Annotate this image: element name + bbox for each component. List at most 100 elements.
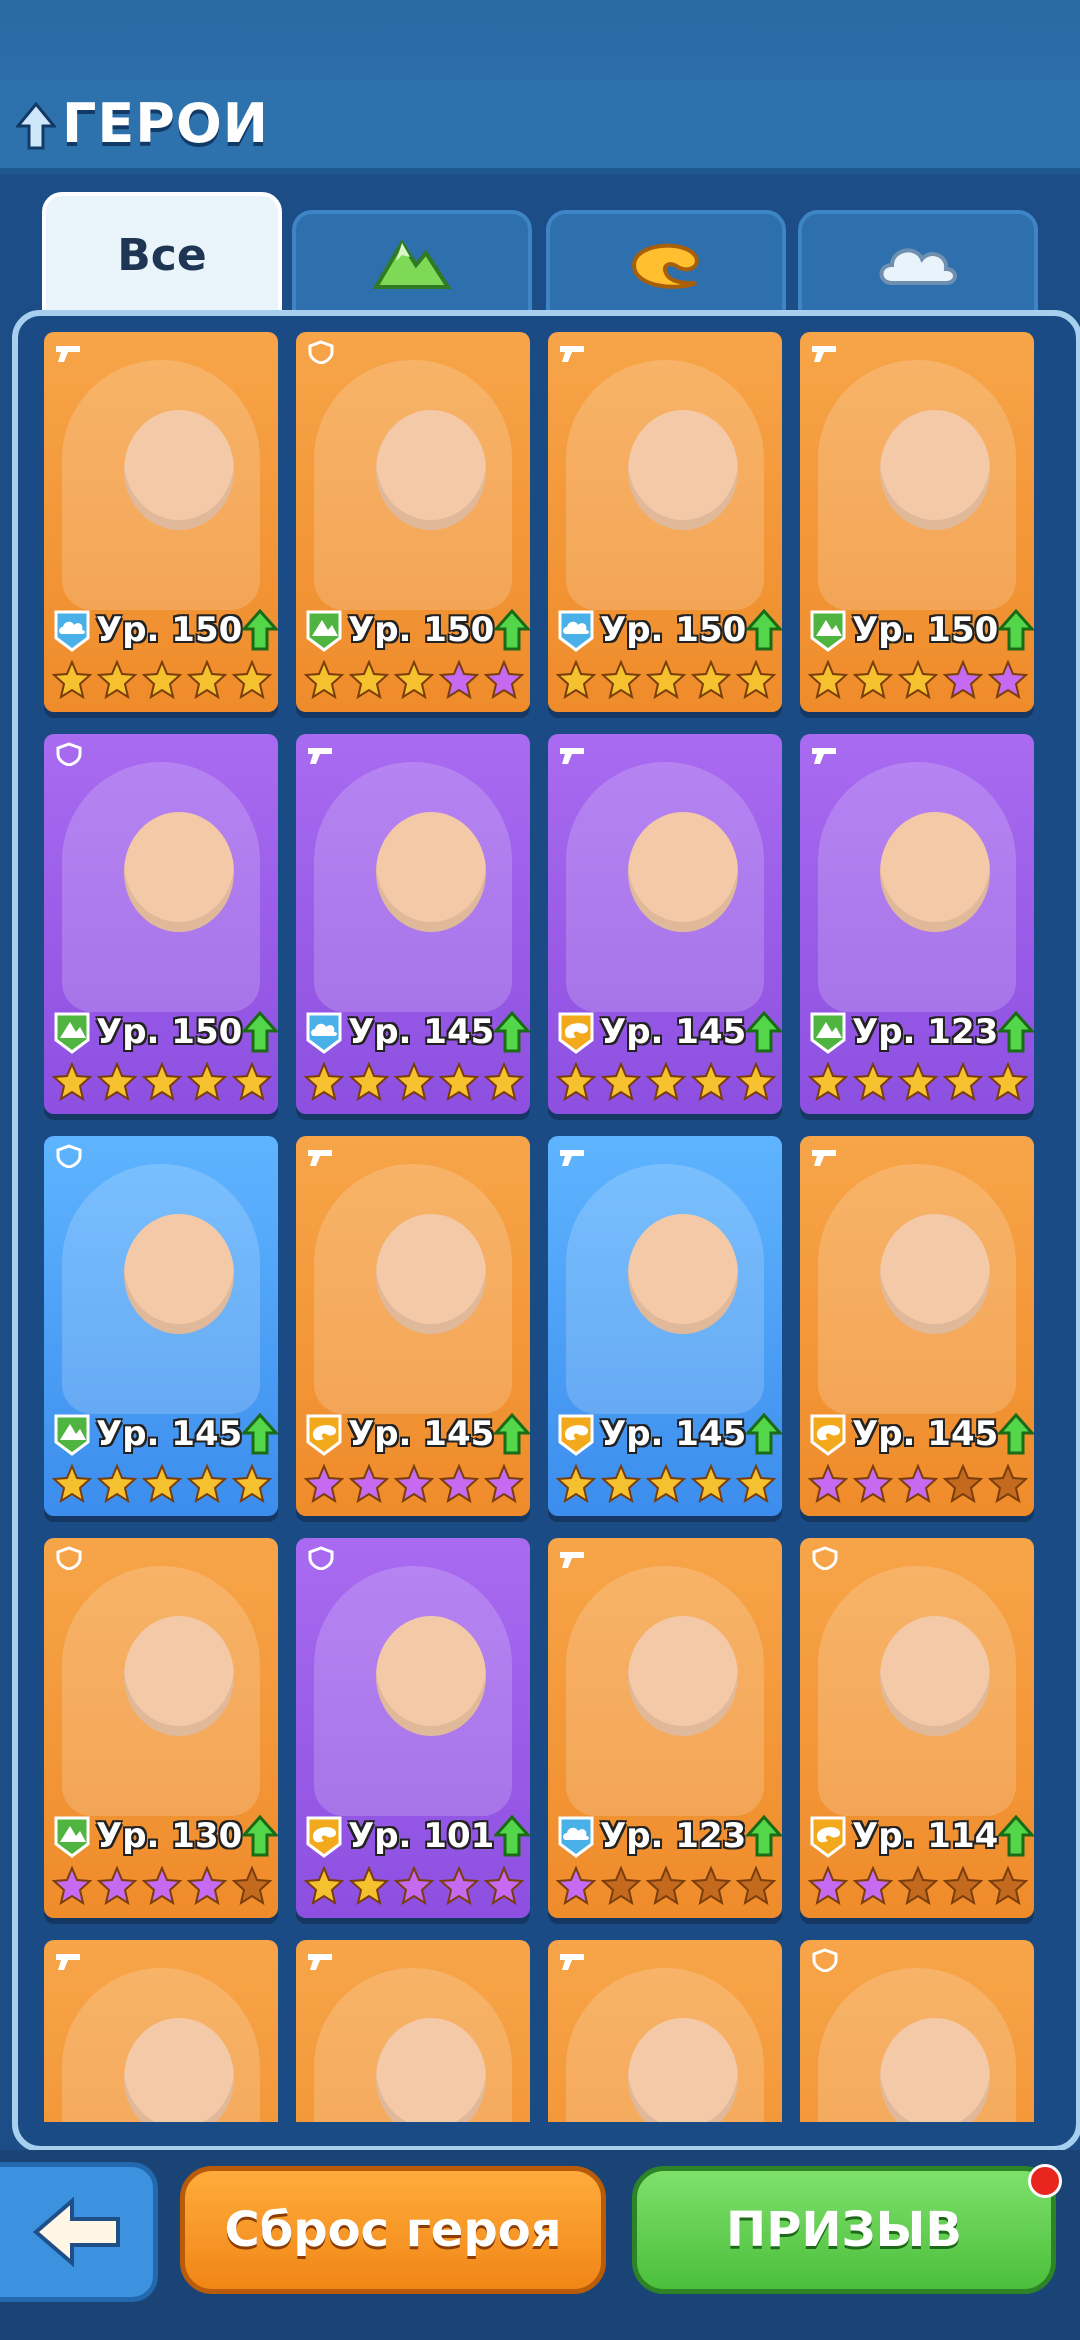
star-icon bbox=[438, 659, 480, 700]
hero-face bbox=[124, 410, 234, 530]
star-icon bbox=[231, 1865, 273, 1906]
hero-face bbox=[124, 2018, 234, 2122]
hero-card[interactable]: Ур. 145 bbox=[548, 734, 782, 1114]
hero-portrait bbox=[314, 1164, 512, 1414]
tab-cloud[interactable] bbox=[798, 210, 1038, 315]
star-icon bbox=[231, 1061, 273, 1102]
hero-face bbox=[880, 410, 990, 530]
star-icon bbox=[141, 1865, 183, 1906]
hero-card[interactable]: Ур. 145 bbox=[548, 1136, 782, 1516]
tab-swirl[interactable] bbox=[546, 210, 786, 315]
star-icon bbox=[186, 1865, 228, 1906]
star-icon bbox=[303, 659, 345, 700]
star-icon bbox=[600, 1463, 642, 1504]
star-icon bbox=[393, 1463, 435, 1504]
star-icon bbox=[483, 1463, 525, 1504]
star-icon bbox=[51, 1061, 93, 1102]
star-icon bbox=[141, 1463, 183, 1504]
gun-icon bbox=[810, 340, 840, 364]
hero-card[interactable]: Ур. 123 bbox=[548, 1538, 782, 1918]
star-icon bbox=[690, 1061, 732, 1102]
hero-level-row: Ур. 145 bbox=[304, 1406, 530, 1462]
hero-card[interactable] bbox=[44, 1940, 278, 2122]
star-icon bbox=[483, 1061, 525, 1102]
star-icon bbox=[303, 1865, 345, 1906]
star-icon bbox=[897, 1061, 939, 1102]
tab-all[interactable]: Все bbox=[42, 192, 282, 318]
hero-level-row: Ур. 145 bbox=[556, 1004, 782, 1060]
star-icon bbox=[96, 659, 138, 700]
hero-stars bbox=[51, 1061, 273, 1106]
hero-level: Ур. 150 bbox=[96, 1012, 243, 1052]
hero-stars bbox=[807, 1061, 1029, 1106]
hero-card[interactable]: Ур. 123 bbox=[800, 734, 1034, 1114]
upgrade-arrow-icon bbox=[492, 608, 530, 651]
hero-card[interactable] bbox=[296, 1940, 530, 2122]
hero-card[interactable] bbox=[800, 1940, 1034, 2122]
hero-level-row: Ур. 150 bbox=[304, 602, 530, 658]
star-icon bbox=[555, 1061, 597, 1102]
star-icon bbox=[897, 659, 939, 700]
mountain-element-icon bbox=[52, 1010, 92, 1054]
star-icon bbox=[852, 659, 894, 700]
hero-card[interactable]: Ур. 101 bbox=[296, 1538, 530, 1918]
hero-card[interactable]: Ур. 150 bbox=[296, 332, 530, 712]
hero-card[interactable]: Ур. 145 bbox=[800, 1136, 1034, 1516]
gun-icon bbox=[810, 742, 840, 766]
tab-mountain[interactable] bbox=[292, 210, 532, 315]
star-icon bbox=[897, 1865, 939, 1906]
hero-face bbox=[628, 2018, 738, 2122]
upgrade-arrow-icon bbox=[996, 608, 1034, 651]
notification-dot bbox=[1028, 2164, 1062, 2198]
star-icon bbox=[438, 1061, 480, 1102]
summon-button[interactable]: ПРИЗЫВ bbox=[632, 2166, 1056, 2294]
reset-hero-button[interactable]: Сброс героя bbox=[180, 2166, 606, 2294]
swirl-element-icon bbox=[556, 1010, 596, 1054]
hero-portrait bbox=[62, 762, 260, 1012]
hero-card[interactable]: Ур. 150 bbox=[44, 734, 278, 1114]
hero-card[interactable]: Ур. 150 bbox=[44, 332, 278, 712]
hero-card[interactable]: Ур. 114 bbox=[800, 1538, 1034, 1918]
gun-icon bbox=[306, 1144, 336, 1168]
hero-grid: Ур. 150 Ур. 150 Ур. 150 Ур. 150 Ур. 150 Ур. 1… bbox=[44, 332, 1038, 2122]
mountain-element-icon bbox=[52, 1814, 92, 1858]
cloud-element-icon bbox=[556, 1814, 596, 1858]
hero-level-row: Ур. 123 bbox=[808, 1004, 1034, 1060]
top-bar bbox=[0, 0, 1080, 80]
mountain-element-icon bbox=[808, 1010, 848, 1054]
hero-card[interactable]: Ур. 150 bbox=[548, 332, 782, 712]
shield-icon bbox=[54, 1144, 84, 1169]
star-icon bbox=[690, 1463, 732, 1504]
star-icon bbox=[735, 1463, 777, 1504]
shield-icon bbox=[810, 1546, 840, 1571]
upgrade-arrow-icon bbox=[996, 1412, 1034, 1455]
gun-icon bbox=[558, 1948, 588, 1972]
hero-level: Ур. 145 bbox=[348, 1414, 495, 1454]
shield-icon bbox=[306, 1546, 336, 1571]
hero-portrait bbox=[566, 360, 764, 610]
hero-stars bbox=[51, 659, 273, 704]
star-icon bbox=[942, 1061, 984, 1102]
star-icon bbox=[393, 659, 435, 700]
hero-card[interactable]: Ур. 145 bbox=[44, 1136, 278, 1516]
star-icon bbox=[600, 1865, 642, 1906]
star-icon bbox=[600, 1061, 642, 1102]
arrow-left-icon bbox=[32, 2197, 120, 2267]
gun-icon bbox=[810, 1144, 840, 1168]
hero-card[interactable]: Ур. 150 bbox=[800, 332, 1034, 712]
tab-all-label: Все bbox=[117, 229, 207, 281]
hero-card[interactable]: Ур. 145 bbox=[296, 734, 530, 1114]
hero-face bbox=[880, 1214, 990, 1334]
hero-stars bbox=[807, 1865, 1029, 1910]
back-button[interactable] bbox=[0, 2162, 158, 2302]
hero-level: Ур. 123 bbox=[852, 1012, 999, 1052]
star-icon bbox=[942, 1463, 984, 1504]
hero-card[interactable]: Ур. 145 bbox=[296, 1136, 530, 1516]
gun-icon bbox=[54, 1948, 84, 1972]
upgrade-arrow-icon bbox=[492, 1814, 530, 1857]
hero-card[interactable] bbox=[548, 1940, 782, 2122]
hero-card[interactable]: Ур. 130 bbox=[44, 1538, 278, 1918]
upgrade-arrow-icon bbox=[996, 1010, 1034, 1053]
star-icon bbox=[141, 659, 183, 700]
star-icon bbox=[348, 1865, 390, 1906]
